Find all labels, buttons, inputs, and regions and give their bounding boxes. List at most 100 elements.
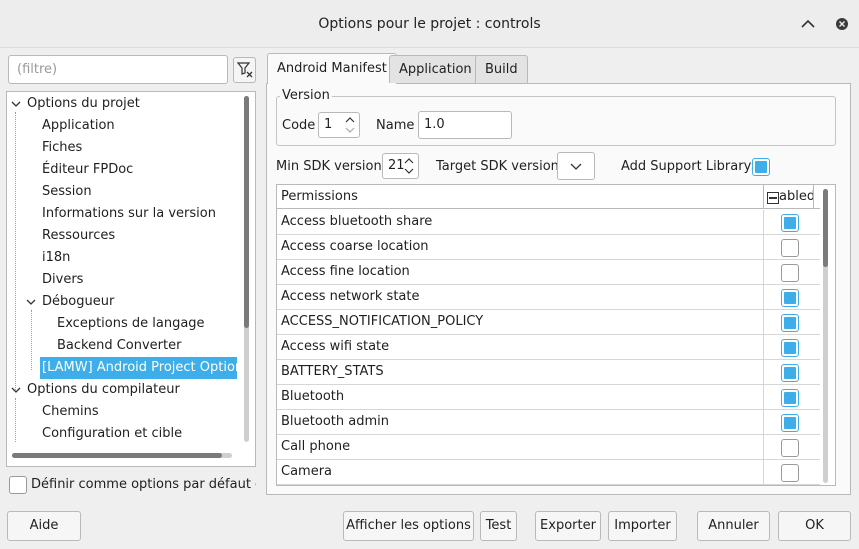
permission-name: Access bluetooth share: [281, 214, 433, 229]
import-button[interactable]: Importer: [608, 511, 677, 541]
enabled-column-header[interactable]: abled: [779, 185, 815, 209]
permission-enabled-checkbox[interactable]: [781, 314, 799, 332]
grid-vertical-scroll-thumb[interactable]: [823, 189, 828, 267]
version-group: [276, 96, 836, 146]
tree-item-paths[interactable]: Chemins: [7, 401, 247, 423]
permission-enabled-checkbox[interactable]: [781, 389, 799, 407]
permission-row[interactable]: ACCESS_NOTIFICATION_POLICY: [277, 310, 820, 335]
tab-android-manifest[interactable]: Android Manifest: [267, 53, 397, 84]
tree-item-resources[interactable]: Ressources: [7, 225, 247, 247]
tree-horizontal-scroll-thumb[interactable]: [12, 453, 222, 458]
permission-name: Call phone: [281, 439, 351, 454]
tree-item-application[interactable]: Application: [7, 115, 247, 137]
select-all-checkbox[interactable]: [767, 192, 779, 204]
version-name-field[interactable]: 1.0: [418, 111, 512, 139]
cell-divider: [763, 435, 764, 460]
tree-item-language-exceptions[interactable]: Exceptions de langage: [7, 313, 247, 335]
cell-divider: [763, 335, 764, 360]
cancel-button[interactable]: Annuler: [697, 511, 770, 541]
chevron-down-icon[interactable]: [26, 297, 36, 307]
tree-item-project-options[interactable]: Options du projet: [7, 93, 247, 115]
permission-enabled-checkbox[interactable]: [781, 289, 799, 307]
chevron-up-icon[interactable]: [798, 14, 818, 34]
cell-divider: [763, 460, 764, 485]
tree-item-i18n[interactable]: i18n: [7, 247, 247, 269]
help-button[interactable]: Aide: [7, 511, 81, 541]
spin-arrows-icon[interactable]: [343, 114, 357, 136]
tab-build[interactable]: Build: [475, 55, 528, 83]
chevron-down-icon[interactable]: [11, 99, 21, 109]
close-icon[interactable]: [832, 14, 852, 34]
tree-item-config-target[interactable]: Configuration et cible: [7, 423, 247, 445]
permission-row[interactable]: Access bluetooth share: [277, 210, 820, 235]
show-options-button[interactable]: Afficher les options: [343, 511, 474, 541]
tree-item-forms[interactable]: Fiches: [7, 137, 247, 159]
cell-divider: [763, 360, 764, 385]
permission-enabled-checkbox[interactable]: [781, 239, 799, 257]
version-group-title: Version: [280, 88, 332, 103]
tree-item-label: Informations sur la version: [42, 206, 216, 221]
permission-name: Camera: [281, 464, 333, 479]
permission-name: Access coarse location: [281, 239, 429, 254]
code-spinbox[interactable]: 1: [318, 112, 360, 138]
code-value: 1: [324, 117, 333, 132]
tree-item-label: Session: [42, 184, 92, 199]
target-sdk-combo[interactable]: [557, 152, 595, 180]
tree-item-label: Options du compilateur: [27, 382, 180, 397]
tree-item-backend-converter[interactable]: Backend Converter: [7, 335, 247, 357]
permission-row[interactable]: Camera: [277, 460, 820, 485]
tree-vertical-scroll-thumb[interactable]: [244, 96, 249, 328]
permission-row[interactable]: Access wifi state: [277, 335, 820, 360]
permission-row[interactable]: Call phone: [277, 435, 820, 460]
test-button[interactable]: Test: [480, 511, 517, 541]
tree-item-label: Ressources: [42, 228, 116, 243]
tree-item-debugger[interactable]: Débogueur: [7, 291, 247, 313]
min-sdk-label: Min SDK version:: [276, 159, 387, 174]
permission-enabled-checkbox[interactable]: [781, 464, 799, 482]
window-title: Options pour le projet : controls: [318, 16, 541, 32]
support-library-checkbox[interactable]: [752, 158, 770, 176]
permission-name: Access wifi state: [281, 339, 390, 354]
spin-arrows-icon[interactable]: [402, 155, 416, 177]
export-button[interactable]: Exporter: [535, 511, 601, 541]
target-sdk-label: Target SDK version:: [436, 159, 564, 174]
default-options-checkbox[interactable]: [9, 476, 27, 494]
min-sdk-spinbox[interactable]: 21: [382, 153, 419, 179]
permission-enabled-checkbox[interactable]: [781, 414, 799, 432]
column-divider: [813, 185, 814, 209]
tree-item-version-info[interactable]: Informations sur la version: [7, 203, 247, 225]
ok-button[interactable]: OK: [778, 511, 851, 541]
cell-divider: [763, 285, 764, 310]
tree-item-compiler-options[interactable]: Options du compilateur: [7, 379, 247, 401]
tree-item-misc[interactable]: Divers: [7, 269, 247, 291]
permission-name: Bluetooth: [281, 389, 345, 404]
tree-item-label: Fiches: [42, 140, 83, 155]
permission-enabled-checkbox[interactable]: [781, 364, 799, 382]
chevron-down-icon: [570, 163, 582, 170]
cell-divider: [763, 260, 764, 285]
permission-row[interactable]: Access network state: [277, 285, 820, 310]
permission-row[interactable]: Access coarse location: [277, 235, 820, 260]
chevron-down-icon[interactable]: [11, 385, 21, 395]
permission-name: ACCESS_NOTIFICATION_POLICY: [281, 314, 484, 329]
clear-filter-button[interactable]: [233, 57, 256, 83]
permission-enabled-checkbox[interactable]: [781, 439, 799, 457]
permission-enabled-checkbox[interactable]: [781, 214, 799, 232]
code-label: Code: [282, 118, 316, 133]
permission-row[interactable]: Access fine location: [277, 260, 820, 285]
tab-application[interactable]: Application: [389, 55, 482, 83]
permission-enabled-checkbox[interactable]: [781, 339, 799, 357]
permissions-column-header[interactable]: Permissions: [281, 185, 358, 209]
permission-row[interactable]: Bluetooth admin: [277, 410, 820, 435]
permission-name: Access network state: [281, 289, 420, 304]
tree-item-label: Chemins: [42, 404, 99, 419]
tree-item-session[interactable]: Session: [7, 181, 247, 203]
tree-item-lamw-android-options[interactable]: [LAMW] Android Project Options: [7, 357, 237, 379]
tree-item-label: Divers: [42, 272, 84, 287]
tree-item-fpdoc-editor[interactable]: Éditeur FPDoc: [7, 159, 247, 181]
permission-row[interactable]: BATTERY_STATS: [277, 360, 820, 385]
filter-input[interactable]: (filtre): [8, 55, 228, 84]
permission-name: Access fine location: [281, 264, 410, 279]
permission-enabled-checkbox[interactable]: [781, 264, 799, 282]
permission-row[interactable]: Bluetooth: [277, 385, 820, 410]
